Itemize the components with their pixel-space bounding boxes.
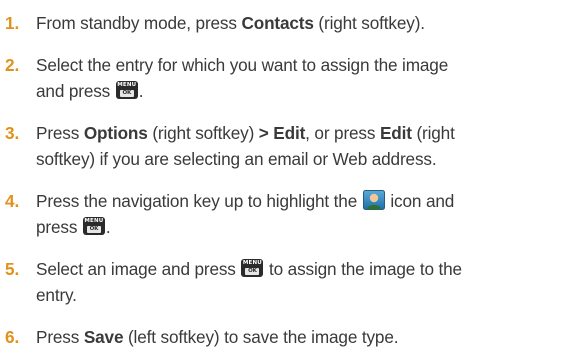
step-text-line: entry. [36, 285, 77, 305]
step-text-segment: , or press [305, 123, 380, 143]
save-label: Save [83, 327, 124, 347]
step-text-segment: icon and [385, 191, 455, 211]
step-text-segment: (right [411, 123, 455, 143]
menu-ok-key-icon: MENU OK [82, 217, 105, 235]
contacts-label: Contacts [241, 13, 314, 33]
menu-key-label: MENU [242, 260, 262, 266]
step-text: Press Options (right softkey) > Edit, or… [36, 120, 568, 172]
step-text-line: Select the entry for which you want to a… [36, 55, 449, 75]
menu-key-label: MENU [84, 218, 104, 224]
step-text-line: and press MENU OK. [36, 78, 568, 104]
step-text-segment: . [105, 217, 111, 237]
step-text-segment: (left softkey) to save the image type. [123, 327, 399, 347]
step-number: 2. [5, 55, 20, 75]
step-text-segment: . [138, 81, 144, 101]
step-text-segment: Press [36, 123, 84, 143]
options-label: Options [83, 123, 148, 143]
step-text-segment: press [36, 217, 82, 237]
edit-path-label: > Edit [258, 123, 306, 143]
edit-label: Edit [379, 123, 412, 143]
step-number: 3. [5, 123, 20, 143]
step-number: 5. [5, 259, 20, 279]
step-number: 4. [5, 191, 20, 211]
step-text: Select the entry for which you want to a… [36, 52, 568, 104]
step-text-line: Press Options (right softkey) > Edit, or… [36, 120, 568, 146]
menu-key-label: MENU [117, 82, 137, 88]
step-text-segment: From standby mode, press [36, 13, 242, 33]
step-text-segment: to assign the image to the [264, 259, 462, 279]
step-text: Select an image and press MENU OK to assi… [36, 256, 568, 308]
step-text-line: Press the navigation key up to highlight… [36, 188, 568, 214]
step-text-segment: Select an image and press [36, 259, 241, 279]
ok-key-label: OK [245, 268, 260, 275]
step-text-segment: (right softkey). [313, 13, 425, 33]
step-text: Press the navigation key up to highlight… [36, 188, 568, 240]
step-text-segment: (right softkey) [147, 123, 259, 143]
step-text: Press Save (left softkey) to save the im… [36, 324, 568, 350]
step-number: 1. [5, 13, 20, 33]
step-text-line: Select an image and press MENU OK to assi… [36, 256, 568, 282]
ok-key-label: OK [86, 226, 101, 233]
menu-ok-key-icon: MENU OK [115, 81, 138, 99]
step-text-segment: Press [36, 327, 84, 347]
step-text-line: press MENU OK. [36, 214, 568, 240]
menu-ok-key-icon: MENU OK [241, 259, 264, 277]
contact-picture-icon [362, 190, 385, 210]
step-text: From standby mode, press Contacts (right… [36, 10, 568, 36]
step-number: 6. [5, 327, 20, 347]
step-text-segment: Press the navigation key up to highlight… [36, 191, 362, 211]
step-text-line: softkey) if you are selecting an email o… [36, 149, 437, 169]
step-text-segment: and press [36, 81, 115, 101]
ok-key-label: OK [119, 90, 134, 97]
